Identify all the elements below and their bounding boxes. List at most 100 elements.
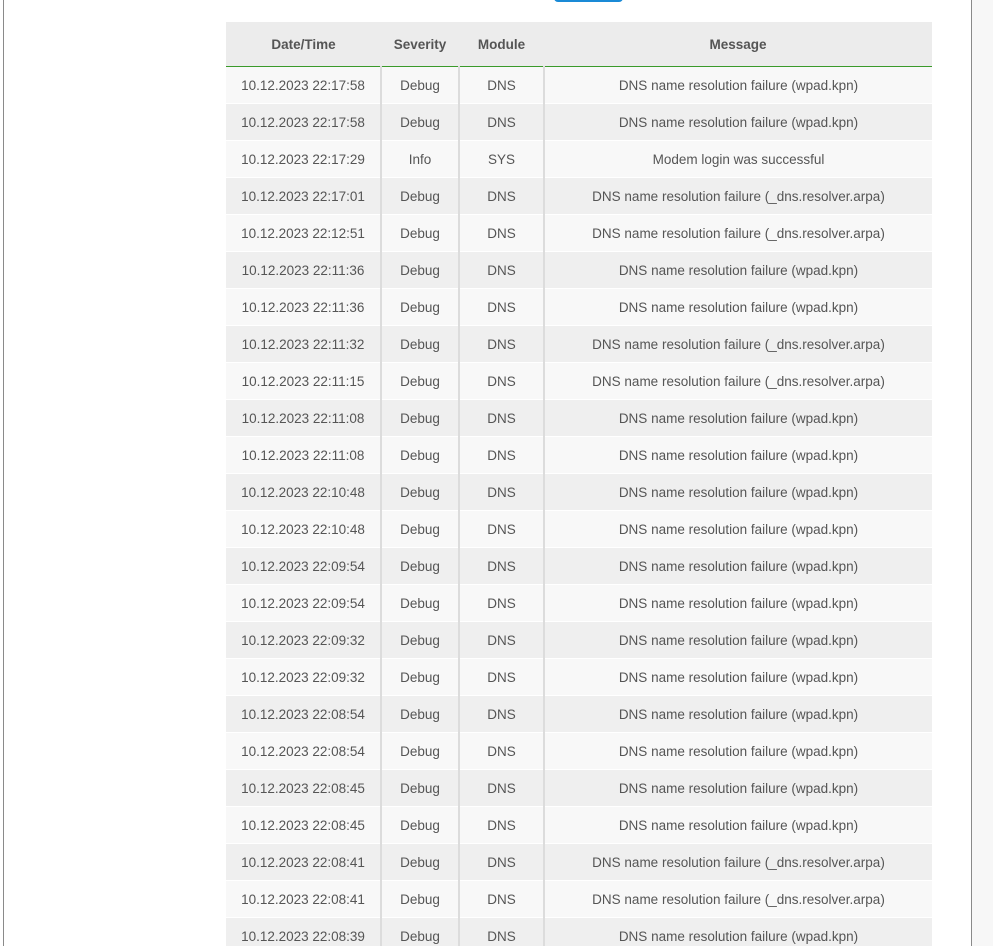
cell-datetime: 10.12.2023 22:17:29 [226,140,382,178]
cell-module: DNS [459,214,545,252]
table-row: 10.12.2023 22:10:48 Debug DNS DNS name reso… [226,510,932,548]
cell-datetime: 10.12.2023 22:11:36 [226,288,382,326]
cell-datetime: 10.12.2023 22:11:08 [226,436,382,474]
cell-message: DNS name resolution failure (_dns.resolv… [544,325,932,363]
cell-message: DNS name resolution failure (wpad.kpn) [544,288,932,326]
system-log-table: Date/Time Severity Module Message 10.12.… [226,22,932,946]
cell-severity: Debug [381,880,460,918]
table-row: 10.12.2023 22:09:32 Debug DNS DNS name reso… [226,621,932,659]
cell-datetime: 10.12.2023 22:08:54 [226,732,382,770]
cell-message: DNS name resolution failure (wpad.kpn) [544,510,932,548]
cell-message: DNS name resolution failure (wpad.kpn) [544,769,932,807]
cell-message: DNS name resolution failure (wpad.kpn) [544,473,932,511]
cell-module: DNS [459,621,545,659]
table-row: 10.12.2023 22:08:54 Debug DNS DNS name reso… [226,732,932,770]
cell-severity: Debug [381,547,460,585]
cell-severity: Debug [381,843,460,881]
cell-datetime: 10.12.2023 22:08:54 [226,695,382,733]
cell-message: DNS name resolution failure (wpad.kpn) [544,103,932,141]
cell-module: DNS [459,658,545,696]
table-row: 10.12.2023 22:11:36 Debug DNS DNS name reso… [226,251,932,289]
table-row: 10.12.2023 22:09:54 Debug DNS DNS name reso… [226,547,932,585]
table-row: 10.12.2023 22:10:48 Debug DNS DNS name reso… [226,473,932,511]
cell-severity: Debug [381,473,460,511]
cell-severity: Debug [381,251,460,289]
cell-datetime: 10.12.2023 22:10:48 [226,510,382,548]
cell-message: DNS name resolution failure (_dns.resolv… [544,843,932,881]
cell-severity: Debug [381,806,460,844]
cell-module: DNS [459,880,545,918]
cell-module: DNS [459,843,545,881]
table-row: 10.12.2023 22:08:45 Debug DNS DNS name reso… [226,769,932,807]
cell-severity: Debug [381,621,460,659]
cell-message: DNS name resolution failure (wpad.kpn) [544,732,932,770]
log-table-header: Date/Time Severity Module Message [226,22,932,67]
cell-datetime: 10.12.2023 22:08:39 [226,917,382,946]
cell-message: Modem login was successful [544,140,932,178]
cell-message: DNS name resolution failure (_dns.resolv… [544,362,932,400]
cell-datetime: 10.12.2023 22:09:54 [226,547,382,585]
cell-datetime: 10.12.2023 22:17:58 [226,66,382,104]
cell-datetime: 10.12.2023 22:08:41 [226,880,382,918]
table-row: 10.12.2023 22:11:15 Debug DNS DNS name reso… [226,362,932,400]
top-action-button[interactable] [554,0,623,2]
table-row: 10.12.2023 22:08:45 Debug DNS DNS name reso… [226,806,932,844]
cell-datetime: 10.12.2023 22:11:15 [226,362,382,400]
table-row: 10.12.2023 22:11:32 Debug DNS DNS name reso… [226,325,932,363]
cell-severity: Debug [381,288,460,326]
cell-severity: Debug [381,732,460,770]
table-row: 10.12.2023 22:08:41 Debug DNS DNS name reso… [226,843,932,881]
cell-module: DNS [459,251,545,289]
cell-severity: Debug [381,362,460,400]
cell-module: DNS [459,695,545,733]
cell-module: DNS [459,547,545,585]
cell-module: DNS [459,584,545,622]
cell-module: DNS [459,473,545,511]
cell-module: DNS [459,436,545,474]
cell-severity: Debug [381,584,460,622]
cell-datetime: 10.12.2023 22:17:58 [226,103,382,141]
cell-module: DNS [459,362,545,400]
cell-message: DNS name resolution failure (wpad.kpn) [544,399,932,437]
cell-severity: Info [381,140,460,178]
table-row: 10.12.2023 22:08:41 Debug DNS DNS name reso… [226,880,932,918]
cell-module: DNS [459,66,545,104]
table-row: 10.12.2023 22:08:54 Debug DNS DNS name reso… [226,695,932,733]
table-row: 10.12.2023 22:17:58 Debug DNS DNS name reso… [226,66,932,104]
column-header-datetime[interactable]: Date/Time [226,22,381,67]
table-row: 10.12.2023 22:09:32 Debug DNS DNS name reso… [226,658,932,696]
cell-message: DNS name resolution failure (_dns.resolv… [544,177,932,215]
cell-datetime: 10.12.2023 22:09:32 [226,621,382,659]
column-header-module[interactable]: Module [459,22,544,67]
cell-severity: Debug [381,103,460,141]
table-row: 10.12.2023 22:17:29 Info SYS Modem login wa… [226,140,932,178]
cell-severity: Debug [381,177,460,215]
cell-datetime: 10.12.2023 22:08:41 [226,843,382,881]
cell-severity: Debug [381,769,460,807]
table-row: 10.12.2023 22:11:08 Debug DNS DNS name reso… [226,399,932,437]
log-table-body: 10.12.2023 22:17:58 Debug DNS DNS name reso… [226,66,932,946]
cell-module: SYS [459,140,545,178]
cell-datetime: 10.12.2023 22:11:08 [226,399,382,437]
cell-module: DNS [459,806,545,844]
table-row: 10.12.2023 22:11:08 Debug DNS DNS name reso… [226,436,932,474]
cell-severity: Debug [381,399,460,437]
page-right-margin [972,0,993,946]
table-row: 10.12.2023 22:17:01 Debug DNS DNS name reso… [226,177,932,215]
cell-message: DNS name resolution failure (_dns.resolv… [544,880,932,918]
cell-module: DNS [459,769,545,807]
cell-datetime: 10.12.2023 22:09:32 [226,658,382,696]
cell-message: DNS name resolution failure (wpad.kpn) [544,806,932,844]
table-row: 10.12.2023 22:12:51 Debug DNS DNS name reso… [226,214,932,252]
table-row: 10.12.2023 22:17:58 Debug DNS DNS name reso… [226,103,932,141]
cell-module: DNS [459,732,545,770]
column-header-severity[interactable]: Severity [381,22,459,67]
cell-message: DNS name resolution failure (wpad.kpn) [544,695,932,733]
cell-module: DNS [459,510,545,548]
cell-datetime: 10.12.2023 22:17:01 [226,177,382,215]
cell-module: DNS [459,917,545,946]
system-log-panel: Date/Time Severity Module Message 10.12.… [226,22,932,946]
column-header-message[interactable]: Message [544,22,932,67]
cell-message: DNS name resolution failure (wpad.kpn) [544,66,932,104]
cell-module: DNS [459,325,545,363]
